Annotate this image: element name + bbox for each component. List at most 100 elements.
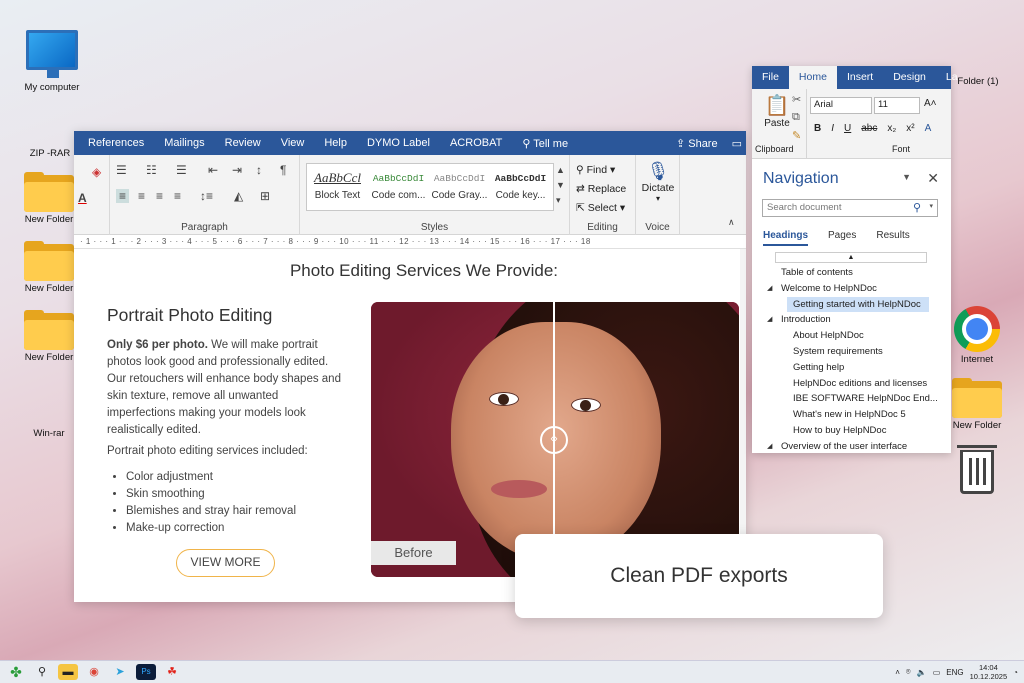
desktop-icon-new-folder-2[interactable]: New Folder: [17, 241, 81, 294]
heading-item[interactable]: ◢ Overview of the user interface: [752, 439, 951, 455]
heading-item[interactable]: ◢ Introduction: [752, 312, 951, 328]
tab-help[interactable]: Help: [314, 137, 357, 149]
expand-toggle-icon[interactable]: ◢: [767, 439, 772, 455]
underline-icon[interactable]: U: [844, 123, 851, 134]
font-size-field[interactable]: 11: [874, 97, 920, 114]
tab-design[interactable]: Design: [883, 66, 936, 89]
multilevel-list-icon[interactable]: ☰: [176, 163, 187, 177]
telegram-icon[interactable]: ➤: [110, 664, 130, 680]
acrobat-icon[interactable]: ☘: [162, 664, 182, 680]
style-code-keyword[interactable]: AaBbCcDdI Code key...: [490, 164, 551, 210]
select-button[interactable]: ⇱ Select ▾: [576, 199, 626, 218]
font-color-icon[interactable]: A: [78, 191, 87, 205]
compare-slider-handle[interactable]: ‹›: [540, 426, 568, 454]
tab-view[interactable]: View: [271, 137, 315, 149]
increase-indent-icon[interactable]: ⇥: [232, 163, 242, 177]
clock[interactable]: 14:04 10.12.2025: [970, 663, 1008, 681]
desktop-icon-new-folder-1[interactable]: New Folder: [17, 172, 81, 225]
speaker-icon[interactable]: 🔈: [917, 668, 927, 677]
photoshop-icon[interactable]: Ps: [136, 664, 156, 680]
tab-file[interactable]: File: [752, 66, 789, 89]
justify-icon[interactable]: ≡: [174, 189, 181, 203]
view-more-button[interactable]: VIEW MORE: [176, 549, 275, 577]
tab-references[interactable]: References: [78, 137, 154, 149]
desktop-icon-recycle-bin[interactable]: [945, 445, 1009, 496]
notifications-icon[interactable]: ◔: [1013, 668, 1018, 677]
heading-item[interactable]: ◢ Welcome to HelpNDoc: [752, 281, 951, 297]
styles-scroll-icon[interactable]: ▲ ▼ ▾: [556, 163, 565, 208]
chevron-up-icon[interactable]: ˄: [895, 668, 900, 677]
heading-item[interactable]: What's new in HelpNDoc 5: [752, 407, 951, 423]
clear-format-icon[interactable]: ◈: [92, 165, 101, 179]
tell-me-box[interactable]: ⚲ Tell me: [512, 137, 578, 150]
strikethrough-icon[interactable]: abc: [861, 123, 877, 134]
network-icon[interactable]: ⌾: [906, 667, 911, 677]
heading-item[interactable]: IBE SOFTWARE HelpNDoc End...: [752, 391, 951, 407]
desktop-icon-new-folder-right[interactable]: New Folder: [945, 378, 1009, 431]
tab-dymo-label[interactable]: DYMO Label: [357, 137, 440, 149]
italic-icon[interactable]: I: [831, 123, 834, 134]
paste-button[interactable]: 📋 Paste: [760, 93, 794, 129]
battery-icon[interactable]: ▭: [933, 668, 941, 677]
bold-icon[interactable]: B: [814, 123, 821, 134]
language-indicator[interactable]: ENG: [946, 668, 963, 677]
sort-icon[interactable]: ↕: [256, 163, 262, 177]
expand-toggle-icon[interactable]: ◢: [767, 312, 772, 328]
cut-icon[interactable]: ✂: [792, 93, 801, 106]
heading-item[interactable]: About HelpNDoc: [752, 328, 951, 344]
comments-icon[interactable]: ▭: [732, 137, 742, 150]
heading-item-selected[interactable]: Getting started with HelpNDoc: [787, 296, 929, 313]
desktop-icon-new-folder-3[interactable]: New Folder: [17, 310, 81, 363]
style-code-comment[interactable]: AaBbCcDdI Code com...: [368, 164, 429, 210]
expand-toggle-icon[interactable]: ◢: [767, 281, 772, 297]
file-explorer-icon[interactable]: ▬: [58, 664, 78, 680]
desktop-icon-internet[interactable]: Internet: [945, 306, 1009, 365]
tab-home[interactable]: Home: [788, 66, 837, 89]
replace-button[interactable]: ⇄ Replace: [576, 180, 626, 199]
desktop-icon-my-computer[interactable]: My computer: [20, 30, 84, 93]
desktop-icon-zip-rar[interactable]: ZIP -RAR: [18, 102, 82, 159]
subtab-results[interactable]: Results: [876, 230, 909, 246]
tab-layout[interactable]: La: [936, 66, 958, 89]
heading-item[interactable]: Table of contents: [752, 265, 951, 281]
style-block-text[interactable]: AaBbCcl Block Text: [307, 164, 368, 210]
collapse-ribbon-icon[interactable]: ∧: [728, 217, 735, 228]
desktop-icon-win-rar[interactable]: Win-rar: [17, 378, 81, 439]
nav-options-icon[interactable]: ▼: [902, 172, 911, 182]
align-center-icon[interactable]: ≡: [138, 189, 145, 203]
grow-font-icon[interactable]: A˄: [924, 98, 937, 109]
decrease-indent-icon[interactable]: ⇤: [208, 163, 218, 177]
format-painter-icon[interactable]: ✎: [792, 129, 801, 142]
dictate-button[interactable]: 🎙 Dictate ▾: [640, 161, 676, 203]
borders-icon[interactable]: ⊞: [260, 189, 270, 203]
heading-item[interactable]: How to buy HelpNDoc: [752, 423, 951, 439]
text-effects-icon[interactable]: A: [925, 123, 932, 134]
tab-insert[interactable]: Insert: [837, 66, 883, 89]
font-name-field[interactable]: Arial: [810, 97, 872, 114]
tab-acrobat[interactable]: ACROBAT: [440, 137, 512, 149]
chevron-down-icon[interactable]: ▾: [929, 202, 933, 210]
desktop-icon-archive[interactable]: [872, 22, 936, 68]
show-marks-icon[interactable]: ¶: [280, 163, 286, 177]
share-button[interactable]: ⇪ Share: [676, 137, 718, 150]
close-icon[interactable]: ✕: [927, 170, 939, 187]
heading-item[interactable]: System requirements: [752, 344, 951, 360]
collapse-all-bar[interactable]: ▲: [775, 252, 927, 263]
bullets-icon[interactable]: ☰: [116, 163, 127, 177]
tab-mailings[interactable]: Mailings: [154, 137, 214, 149]
superscript-icon[interactable]: x²: [906, 123, 914, 134]
heading-item[interactable]: Getting help: [752, 360, 951, 376]
heading-item[interactable]: HelpNDoc editions and licenses: [752, 376, 951, 392]
start-icon[interactable]: ✤: [6, 664, 26, 680]
align-left-icon[interactable]: ≡: [116, 189, 130, 203]
chrome-taskbar-icon[interactable]: ◉: [84, 664, 104, 680]
shading-icon[interactable]: ◭: [234, 189, 243, 203]
subscript-icon[interactable]: x₂: [887, 123, 896, 134]
subtab-headings[interactable]: Headings: [763, 230, 809, 246]
tab-review[interactable]: Review: [215, 137, 271, 149]
search-icon[interactable]: ⚲: [32, 664, 52, 680]
numbering-icon[interactable]: ☷: [146, 163, 157, 177]
copy-icon[interactable]: ⧉: [792, 111, 800, 124]
find-button[interactable]: ⚲ Find ▾: [576, 161, 626, 180]
nav-search-input[interactable]: Search document ⚲ ▾: [762, 199, 938, 217]
